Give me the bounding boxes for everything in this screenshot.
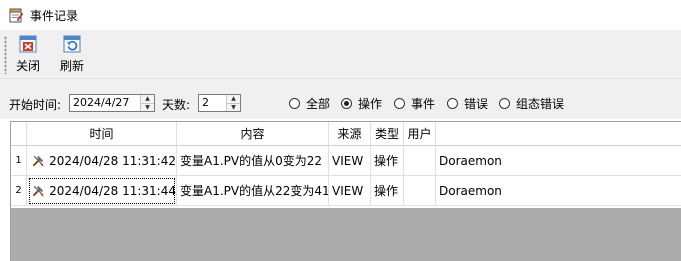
radio-operation[interactable]: 操作: [341, 95, 382, 112]
start-date-picker[interactable]: 2024/4/27 ▲ ▼: [69, 94, 155, 112]
radio-config-error[interactable]: 组态错误: [499, 95, 564, 112]
header-type[interactable]: 类型: [371, 122, 404, 146]
content-cell[interactable]: 变量A1.PV的值从0变为22: [177, 146, 329, 176]
days-stepper[interactable]: 2 ▲ ▼: [198, 94, 241, 112]
spin-down-icon[interactable]: ▼: [141, 102, 154, 111]
title-bar: 事件记录: [0, 0, 681, 30]
header-corner[interactable]: [11, 122, 27, 146]
close-button-label: 关闭: [16, 59, 41, 73]
close-icon: [19, 35, 37, 53]
spin-down-icon[interactable]: ▼: [227, 102, 240, 111]
close-button[interactable]: 关闭: [16, 34, 40, 74]
time-cell[interactable]: 2024/04/28 11:31:42: [27, 146, 177, 176]
extra-cell[interactable]: Doraemon: [436, 146, 681, 176]
header-content[interactable]: 内容: [177, 122, 329, 146]
type-cell[interactable]: 操作: [371, 146, 404, 176]
radio-circle-icon[interactable]: [289, 98, 300, 109]
toolbar: 关闭 刷新: [0, 30, 681, 79]
time-text: 2024/04/28 11:31:44: [49, 183, 176, 198]
tools-icon: [32, 155, 44, 166]
radio-event[interactable]: 事件: [394, 95, 435, 112]
radio-circle-icon[interactable]: [394, 98, 405, 109]
radio-config-error-label: 组态错误: [516, 97, 565, 111]
user-cell[interactable]: [404, 146, 436, 176]
time-text: 2024/04/28 11:31:42: [49, 153, 176, 168]
header-user[interactable]: 用户: [404, 122, 436, 146]
days-spin-arrows[interactable]: ▲ ▼: [226, 95, 240, 111]
radio-all-label: 全部: [306, 97, 331, 111]
row-number: 2: [11, 176, 27, 206]
header-extra[interactable]: [436, 122, 681, 146]
header-time[interactable]: 时间: [27, 122, 177, 146]
grid-empty-area: [11, 208, 681, 261]
user-cell[interactable]: [404, 176, 436, 206]
days-value[interactable]: 2: [202, 96, 209, 109]
type-cell[interactable]: 操作: [371, 176, 404, 206]
date-spin-arrows[interactable]: ▲ ▼: [140, 95, 154, 111]
radio-selected-icon[interactable]: [341, 98, 352, 109]
start-time-label: 开始时间:: [9, 98, 62, 112]
content-cell[interactable]: 变量A1.PV的值从22变为41: [177, 176, 329, 206]
filter-bar: 开始时间: 2024/4/27 ▲ ▼ 天数: 2 ▲ ▼ 全部 操作 事件 错…: [0, 79, 681, 119]
table-row[interactable]: 1 2024/04/28 11:31:42 变量A1.PV的值从0变为22 VI…: [11, 146, 681, 176]
spin-up-icon[interactable]: ▲: [227, 95, 240, 103]
radio-operation-label: 操作: [358, 97, 383, 111]
refresh-button-label: 刷新: [60, 59, 85, 73]
grid-header: 时间 内容 来源 类型 用户: [11, 122, 681, 146]
header-source[interactable]: 来源: [329, 122, 371, 146]
radio-all[interactable]: 全部: [289, 95, 330, 112]
refresh-icon: [63, 35, 81, 53]
radio-error[interactable]: 错误: [447, 95, 488, 112]
table-row[interactable]: 2 2024/04/28 11:31:44 变量A1.PV的值从22变为41 V…: [11, 176, 681, 206]
window-title: 事件记录: [30, 8, 79, 23]
refresh-button[interactable]: 刷新: [60, 34, 84, 74]
source-cell[interactable]: VIEW: [329, 176, 371, 206]
notepad-icon: [9, 8, 24, 23]
extra-cell[interactable]: Doraemon: [436, 176, 681, 206]
radio-circle-icon[interactable]: [447, 98, 458, 109]
spin-up-icon[interactable]: ▲: [141, 95, 154, 103]
event-grid[interactable]: 时间 内容 来源 类型 用户 1 2024/04/28 11:31:42 变量A…: [10, 121, 681, 261]
days-label: 天数:: [162, 98, 191, 112]
toolbar-grip[interactable]: [4, 36, 7, 74]
radio-event-label: 事件: [411, 97, 436, 111]
radio-circle-icon[interactable]: [499, 98, 510, 109]
row-number: 1: [11, 146, 27, 176]
radio-error-label: 错误: [464, 97, 489, 111]
start-date-value[interactable]: 2024/4/27: [73, 96, 129, 109]
tools-icon: [32, 185, 44, 196]
time-cell[interactable]: 2024/04/28 11:31:44: [27, 176, 177, 206]
source-cell[interactable]: VIEW: [329, 146, 371, 176]
